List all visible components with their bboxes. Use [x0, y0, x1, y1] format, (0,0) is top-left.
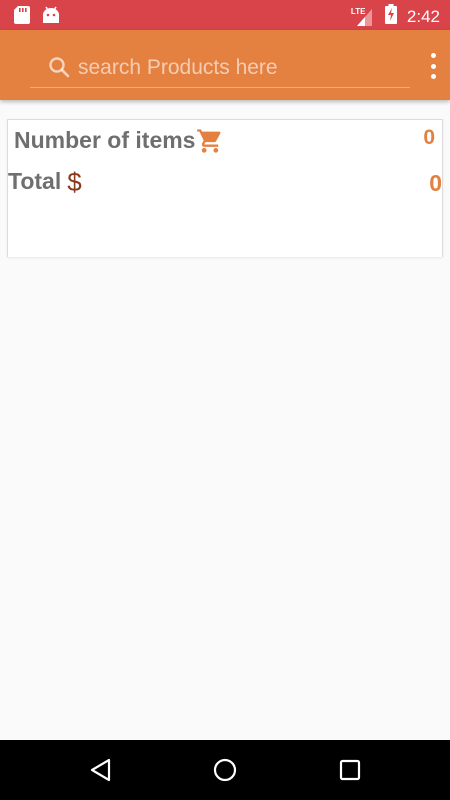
status-bar: LTE 2:42 [0, 0, 450, 30]
items-row-label: Number of items [14, 125, 224, 155]
back-icon[interactable] [88, 757, 114, 783]
sd-card-icon [14, 6, 30, 29]
items-count: 0 [423, 126, 435, 149]
total-row-label: Total $ [8, 168, 82, 195]
recents-icon[interactable] [337, 757, 363, 783]
status-left-icons [14, 6, 60, 29]
app-bar [0, 30, 450, 100]
search-input[interactable] [78, 52, 398, 84]
signal-icon: LTE [351, 7, 377, 27]
search-bar[interactable] [30, 50, 410, 88]
android-icon [42, 6, 60, 29]
dollar-icon: $ [67, 166, 82, 197]
battery-charging-icon [384, 4, 397, 29]
overflow-menu-icon[interactable] [426, 53, 440, 79]
status-right-icons: LTE 2:42 [351, 4, 440, 29]
items-label: Number of items [14, 126, 196, 153]
home-icon[interactable] [212, 757, 238, 783]
search-icon [48, 56, 70, 78]
total-label: Total [8, 168, 62, 194]
total-value: 0 [429, 170, 442, 196]
navigation-bar [0, 740, 450, 800]
clock: 2:42 [406, 6, 440, 26]
cart-summary-card: Number of items 0 Total $ 0 [7, 119, 443, 257]
shopping-cart-icon [196, 127, 224, 155]
